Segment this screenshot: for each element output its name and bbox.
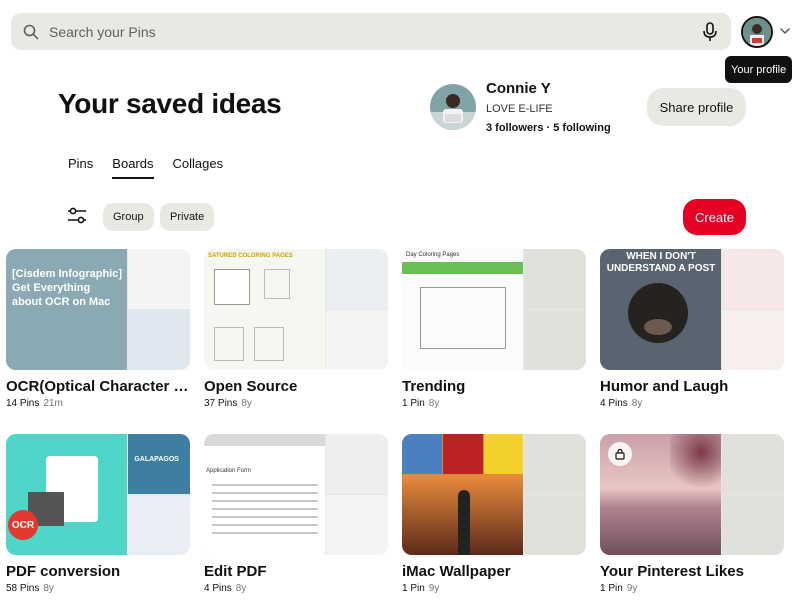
chevron-down-icon[interactable]: [778, 24, 792, 38]
cover-image-side: [128, 249, 190, 370]
pin-count: 1 Pin: [402, 398, 425, 409]
search-icon: [23, 24, 39, 39]
pin-count: 4 Pins: [600, 398, 628, 409]
board-meta: 1 Pin 9y: [600, 583, 784, 594]
board-title[interactable]: PDF conversion: [6, 563, 190, 580]
board-age: 8y: [235, 583, 247, 594]
board-meta: 1 Pin 9y: [402, 583, 586, 594]
board-meta: 14 Pins 21m: [6, 398, 190, 409]
microphone-icon[interactable]: [701, 21, 719, 42]
cover-image-main: Application Form: [204, 434, 326, 555]
cover-image-side: [326, 249, 388, 370]
board-age: 8y: [428, 398, 440, 409]
private-filter-chip[interactable]: Private: [160, 203, 215, 231]
cover-image-side: [722, 249, 784, 370]
pin-count: 37 Pins: [204, 398, 238, 409]
board-title[interactable]: Trending: [402, 378, 586, 395]
profile-tagline: LOVE E-LIFE: [486, 103, 553, 115]
board-cover[interactable]: Application Form: [204, 434, 388, 555]
cover-side-caption: GALAPAGOS: [134, 456, 179, 463]
board-age: 8y: [43, 583, 54, 594]
board-age: 21m: [43, 398, 63, 409]
board-age: 9y: [626, 583, 638, 594]
pin-count: 14 Pins: [6, 398, 40, 409]
cover-caption: [Cisdem Infographic] Get Everything abou…: [12, 268, 123, 308]
follow-counts[interactable]: 3 followers · 5 following: [486, 122, 611, 134]
board-cover[interactable]: [402, 434, 586, 555]
board-cover[interactable]: [Cisdem Infographic] Get Everything abou…: [6, 249, 190, 370]
cover-image-side: [326, 434, 388, 555]
cover-caption: SATURED COLORING PAGES: [208, 253, 293, 259]
board-meta: 4 Pins 8y: [600, 398, 784, 409]
cover-image-main: SATURED COLORING PAGES: [204, 249, 326, 370]
cover-image-main: WHEN I DON'T UNDERSTAND A POST: [600, 249, 722, 370]
board-meta: 1 Pin 8y: [402, 398, 586, 409]
board-title[interactable]: Edit PDF: [204, 563, 388, 580]
board-meta: 37 Pins 8y: [204, 398, 388, 409]
pin-count: 4 Pins: [204, 583, 232, 594]
profile-avatar[interactable]: [430, 84, 476, 130]
pin-count: 1 Pin: [402, 583, 425, 594]
board-cover[interactable]: OCR GALAPAGOS: [6, 434, 190, 555]
cover-image-main: [402, 434, 524, 555]
tab-boards[interactable]: Boards: [112, 156, 154, 179]
cover-image-main: Day Coloring Pages: [402, 249, 524, 370]
pin-count: 58 Pins: [6, 583, 40, 594]
board-card[interactable]: Application Form Edit PDF 4 Pins 8y: [204, 434, 388, 594]
board-meta: 58 Pins 8y: [6, 583, 190, 594]
board-card[interactable]: iMac Wallpaper 1 Pin 9y: [402, 434, 586, 594]
share-profile-button[interactable]: Share profile: [647, 88, 746, 126]
lock-icon: [608, 442, 632, 466]
profile-name[interactable]: Connie Y: [486, 80, 551, 97]
board-card[interactable]: Day Coloring Pages Trending 1 Pin 8y: [402, 249, 586, 409]
avatar-image-icon: [743, 18, 771, 46]
cover-image-main: [600, 434, 722, 555]
board-title[interactable]: OCR(Optical Character Recognition): [6, 378, 190, 395]
create-button[interactable]: Create: [683, 199, 746, 235]
board-card[interactable]: OCR GALAPAGOS PDF conversion 58 Pins 8y: [6, 434, 190, 594]
board-tabs: Pins Boards Collages: [68, 156, 223, 179]
tab-pins[interactable]: Pins: [68, 156, 93, 179]
page-title: Your saved ideas: [58, 88, 282, 119]
board-card[interactable]: Your Pinterest Likes 1 Pin 9y: [600, 434, 784, 594]
group-filter-chip[interactable]: Group: [103, 203, 154, 231]
profile-photo-icon: [430, 84, 476, 130]
tab-collages[interactable]: Collages: [173, 156, 224, 179]
user-avatar-button[interactable]: [741, 16, 773, 48]
board-card[interactable]: [Cisdem Infographic] Get Everything abou…: [6, 249, 190, 409]
profile-tooltip: Your profile: [725, 56, 793, 83]
board-title[interactable]: Humor and Laugh: [600, 378, 784, 395]
board-meta: 4 Pins 8y: [204, 583, 388, 594]
pin-count: 1 Pin: [600, 583, 623, 594]
cover-image-main: [Cisdem Infographic] Get Everything abou…: [6, 249, 128, 370]
board-age: 8y: [631, 398, 643, 409]
cover-image-side: [524, 249, 586, 370]
cover-caption: WHEN I DON'T UNDERSTAND A POST: [606, 251, 716, 274]
search-input[interactable]: [49, 23, 693, 40]
cover-caption: Application Form: [206, 468, 252, 474]
board-age: 8y: [241, 398, 252, 409]
board-title[interactable]: Open Source: [204, 378, 388, 395]
cover-image-side: [524, 434, 586, 555]
cover-image-side: [722, 434, 784, 555]
cover-caption: OCR: [8, 510, 38, 540]
board-title[interactable]: Your Pinterest Likes: [600, 563, 784, 580]
board-title[interactable]: iMac Wallpaper: [402, 563, 586, 580]
cover-image-side: GALAPAGOS: [128, 434, 190, 555]
board-age: 9y: [428, 583, 440, 594]
cover-caption: Day Coloring Pages: [406, 252, 460, 258]
board-card[interactable]: SATURED COLORING PAGES Open Source 37 Pi…: [204, 249, 388, 409]
cover-image-main: OCR: [6, 434, 128, 555]
board-cover[interactable]: Day Coloring Pages: [402, 249, 586, 370]
board-cover[interactable]: [600, 434, 784, 555]
board-cover[interactable]: WHEN I DON'T UNDERSTAND A POST: [600, 249, 784, 370]
board-cover[interactable]: SATURED COLORING PAGES: [204, 249, 388, 370]
board-card[interactable]: WHEN I DON'T UNDERSTAND A POST Humor and…: [600, 249, 784, 409]
search-bar[interactable]: [11, 13, 731, 50]
filter-sliders-icon[interactable]: [66, 206, 88, 226]
